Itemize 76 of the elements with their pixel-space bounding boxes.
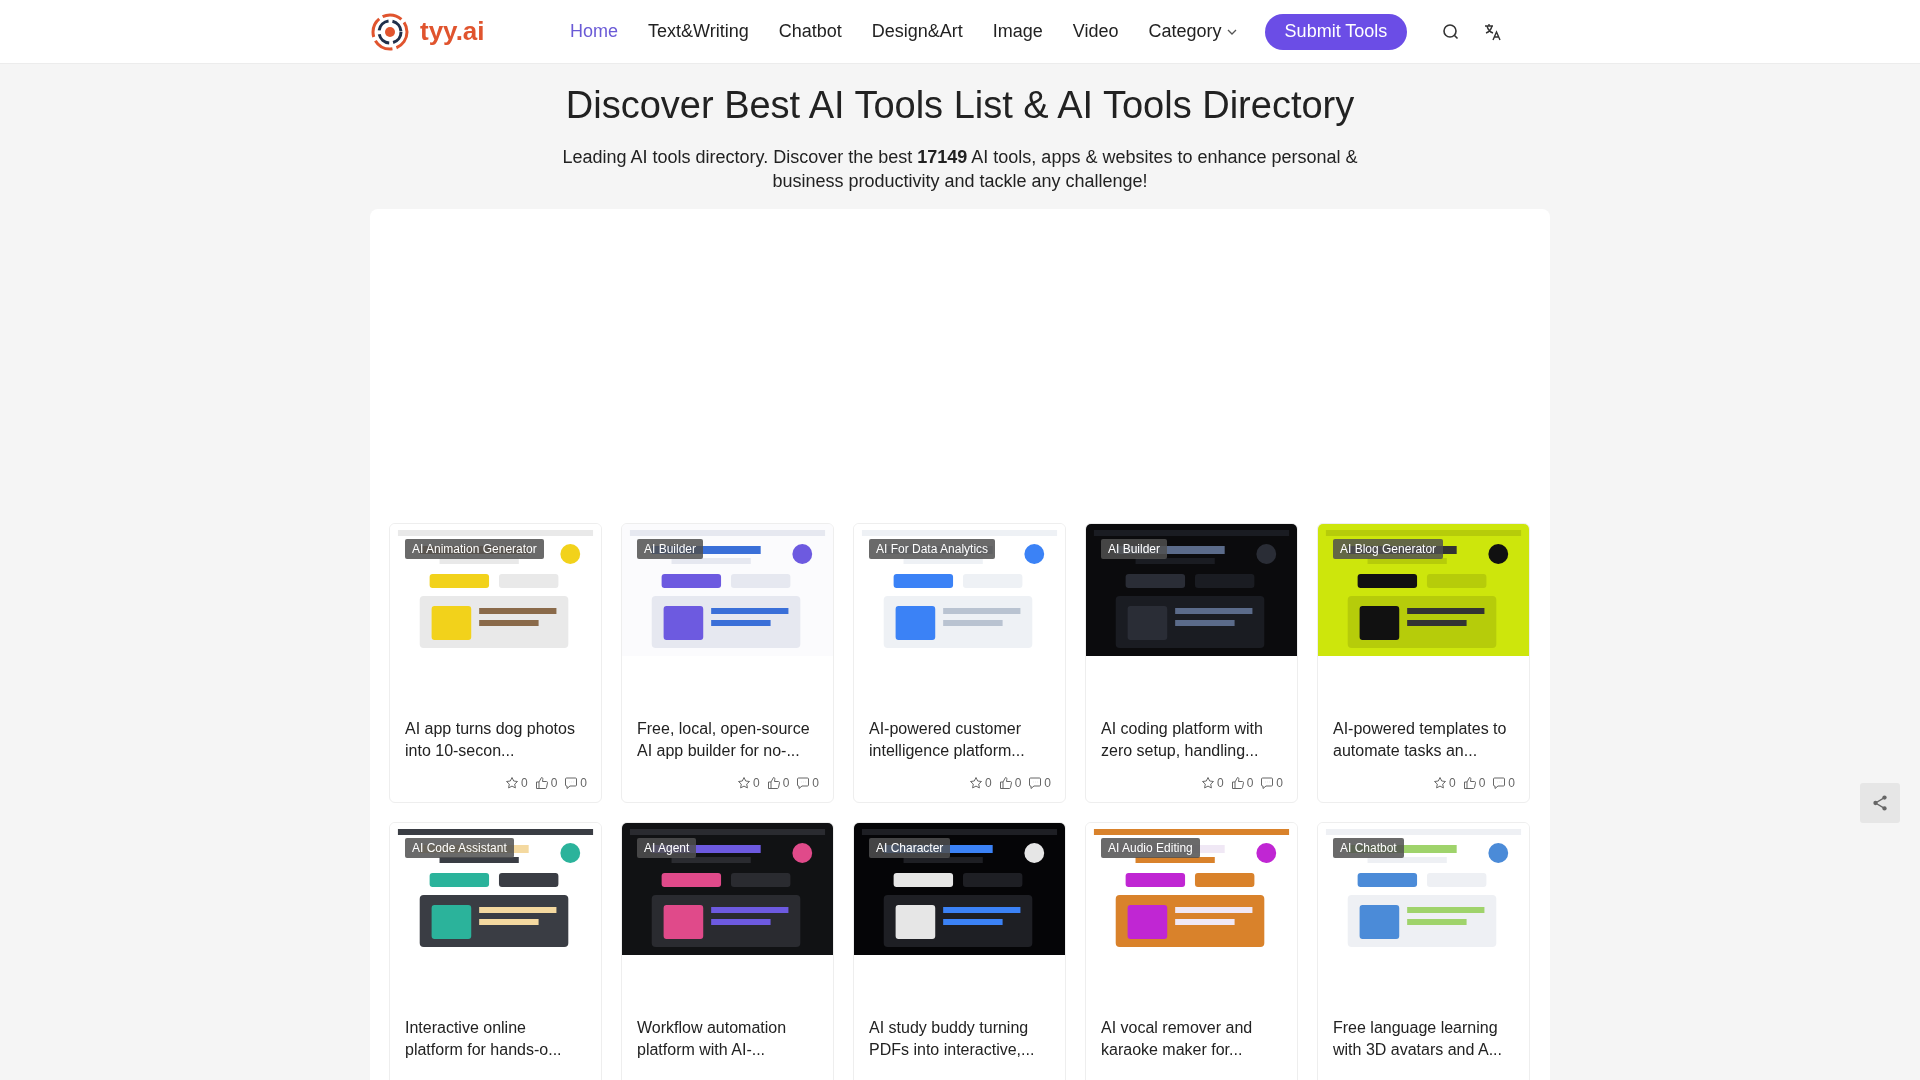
thumbs-up-icon[interactable] [1230,776,1245,790]
nav-link[interactable]: Category [1148,21,1237,42]
comment-count: 0 [1508,776,1515,790]
tool-card[interactable]: AI Blog Generator AI-powered templates to automate tasks an... 0 0 0 [1317,523,1530,803]
star-icon[interactable] [1200,776,1215,790]
tool-card[interactable]: AI Chatbot Free language learning with 3D avatars and A... [1317,822,1530,1080]
comment-icon[interactable] [1492,776,1507,790]
tool-description: Interactive online platform for hands-o... [405,1018,563,1060]
tool-card[interactable]: AI Audio Editing AI vocal remover and karaoke maker for... [1085,822,1298,1080]
category-tag[interactable]: AI Code Assistant [405,838,514,858]
like-count: 0 [782,776,790,790]
comment-icon[interactable] [1028,776,1043,790]
like-count: 0 [1478,776,1486,790]
comment-count: 0 [1044,776,1051,790]
like-count: 0 [1014,776,1022,790]
share-button[interactable] [1860,783,1900,823]
nav-link[interactable]: Text&Writing [648,21,749,42]
nav-link[interactable]: Chatbot [778,21,842,42]
tool-description: AI-powered templates to automate tasks an... [1333,719,1508,761]
favorite-count: 0 [1448,776,1456,790]
tool-card[interactable]: AI Character AI study buddy turning PDFs into interactive,... [853,822,1066,1080]
category-tag[interactable]: AI Builder [1101,539,1168,559]
favorite-count: 0 [1216,776,1224,790]
category-tag[interactable]: AI For Data Analytics [869,539,996,559]
category-tag[interactable]: AI Chatbot [1333,838,1404,858]
category-tag[interactable]: AI Character [869,838,951,858]
category-tag[interactable]: AI Audio Editing [1101,838,1200,858]
tool-card[interactable]: AI For Data Analytics AI-powered customer intelligence platform... 0 0 0 [853,523,1066,803]
comment-count: 0 [580,776,587,790]
logo-icon[interactable] [370,11,410,52]
logo-text[interactable]: tyy.ai [420,16,485,47]
category-tag[interactable]: AI Blog Generator [1333,539,1444,559]
star-icon[interactable] [504,776,519,790]
nav-link[interactable]: Home [570,21,618,42]
submit-tools-button[interactable]: Submit Tools [1264,13,1408,50]
thumbs-up-icon[interactable] [766,776,781,790]
tool-description: Workflow automation platform with AI-... [637,1018,788,1060]
nav-link[interactable]: Image [992,21,1043,42]
tool-description: AI coding platform with zero setup, handling... [1101,719,1264,761]
comment-count: 0 [812,776,819,790]
tool-card[interactable]: AI Builder Free, local, open-source AI app builder for no-... 0 0 0 [621,523,834,803]
category-tag[interactable]: AI Agent [637,838,697,858]
category-tag[interactable]: AI Animation Generator [405,539,544,559]
favorite-count: 0 [752,776,760,790]
comment-icon[interactable] [564,776,579,790]
tool-card[interactable]: AI Builder AI coding platform with zero setup, handling... 0 0 0 [1085,523,1298,803]
tool-description: AI app turns dog photos into 10-secon... [405,719,576,761]
tool-description: Free, local, open-source AI app builder for no-... [637,719,811,761]
share-icon [1871,794,1889,812]
tool-description: AI-powered customer intelligence platform... [869,719,1026,761]
tool-card[interactable]: AI Animation Generator AI app turns dog photos into 10-secon... 0 0 0 [389,523,602,803]
tool-description: AI vocal remover and karaoke maker for... [1101,1018,1254,1060]
comment-icon[interactable] [796,776,811,790]
tool-description: AI study buddy turning PDFs into interactive,... [869,1018,1036,1060]
thumbs-up-icon[interactable] [1462,776,1477,790]
page-subtitle: Leading AI tools directory. Discover the best 17149 AI tools, apps & websites to enhance personal & business productivity and tackle any challenge! [561,146,1359,193]
favorite-count: 0 [520,776,528,790]
tool-description: Free language learning with 3D avatars and A... [1333,1018,1503,1060]
comment-icon[interactable] [1260,776,1275,790]
page-title: Discover Best AI Tools List & AI Tools Directory [565,84,1355,127]
nav-link[interactable]: Video [1072,21,1119,42]
thumbs-up-icon[interactable] [998,776,1013,790]
favorite-count: 0 [984,776,992,790]
tool-card[interactable]: AI Agent Workflow automation platform with AI-... [621,822,834,1080]
star-icon[interactable] [968,776,983,790]
comment-count: 0 [1276,776,1283,790]
nav-link[interactable]: Design&Art [871,21,963,42]
tool-card[interactable]: AI Code Assistant Interactive online platform for hands-o... [389,822,602,1080]
star-icon[interactable] [1432,776,1447,790]
thumbs-up-icon[interactable] [534,776,549,790]
star-icon[interactable] [736,776,751,790]
caret-icon[interactable] [1226,28,1237,35]
category-tag[interactable]: AI Builder [637,539,704,559]
like-count: 0 [1246,776,1254,790]
like-count: 0 [550,776,558,790]
translate-icon[interactable] [1483,21,1504,42]
